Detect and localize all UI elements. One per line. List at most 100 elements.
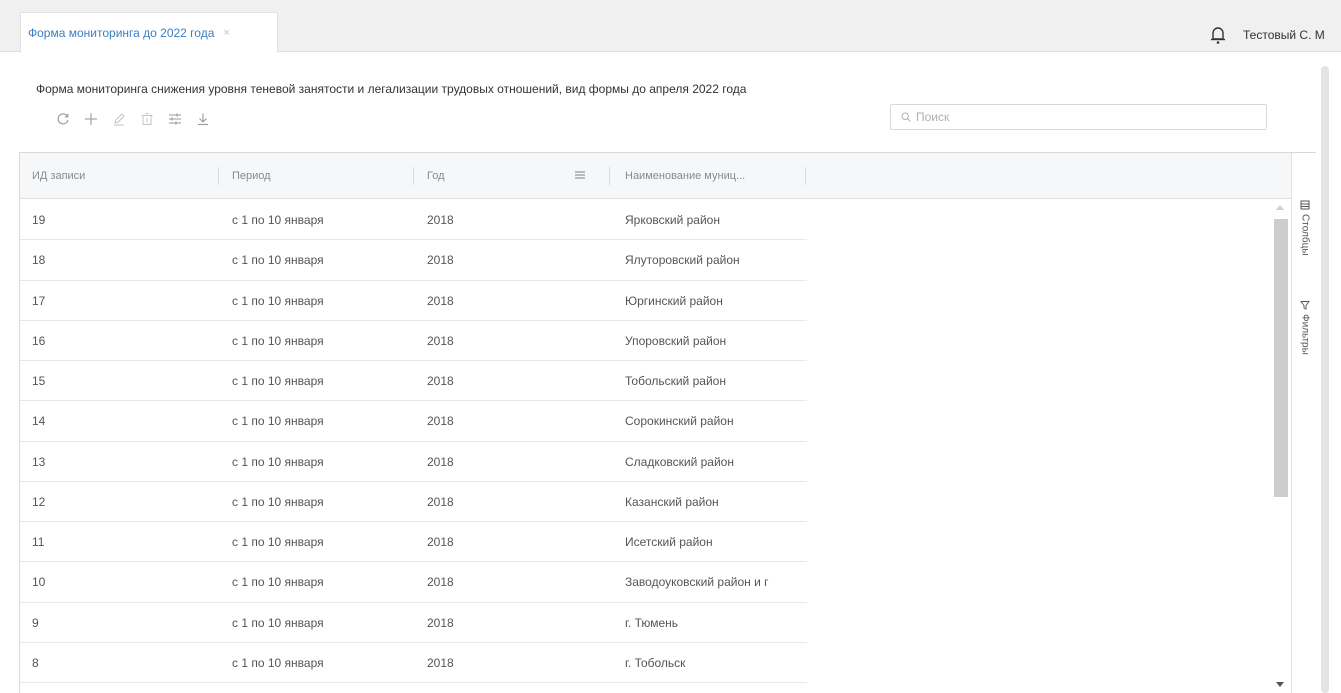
columns-icon	[1300, 200, 1310, 210]
scroll-thumb[interactable]	[1274, 219, 1288, 497]
cell-municipality: Упоровский район	[625, 333, 727, 348]
grid-header: ИД записи Период Год Наименование муниц.…	[20, 153, 1291, 199]
cell-period: с 1 по 10 января	[232, 615, 324, 630]
table-row[interactable]: 19 с 1 по 10 января 2018 Ярковский район	[20, 200, 807, 241]
cell-year: 2018	[427, 333, 454, 348]
cell-period: с 1 по 10 января	[232, 494, 324, 509]
cell-period: с 1 по 10 января	[232, 253, 324, 268]
table-row[interactable]: 11 с 1 по 10 января 2018 Исетский район	[20, 522, 807, 563]
page-vertical-scrollbar[interactable]	[1321, 66, 1329, 693]
cell-municipality: Юргинский район	[625, 293, 723, 308]
download-button[interactable]	[192, 108, 214, 130]
grid-body: 19 с 1 по 10 января 2018 Ярковский район…	[20, 200, 807, 683]
refresh-button[interactable]	[52, 108, 74, 130]
cell-id: 11	[32, 535, 45, 549]
cell-year: 2018	[427, 575, 454, 590]
tab-label: Форма мониторинга до 2022 года	[28, 26, 215, 40]
table-row[interactable]: 8 с 1 по 10 января 2018 г. Тобольск	[20, 643, 807, 683]
side-tool-panel: Столбцы Фильтры	[1291, 153, 1316, 693]
table-row[interactable]: 14 с 1 по 10 января 2018 Сорокинский рай…	[20, 401, 807, 442]
user-name[interactable]: Тестовый С. М	[1243, 28, 1325, 42]
refresh-icon	[57, 113, 69, 125]
cell-municipality: Исетский район	[625, 535, 713, 549]
table-row[interactable]: 17 с 1 по 10 января 2018 Юргинский район	[20, 281, 807, 321]
table-row[interactable]: 18 с 1 по 10 января 2018 Ялуторовский ра…	[20, 240, 807, 281]
scroll-down-icon[interactable]	[1276, 682, 1284, 687]
settings-button[interactable]	[164, 108, 186, 130]
cell-id: 14	[32, 414, 46, 429]
cell-municipality: Тобольский район	[625, 374, 726, 388]
cell-id: 9	[32, 615, 39, 630]
cell-year: 2018	[427, 213, 454, 227]
column-separator[interactable]	[218, 167, 219, 185]
grid-vertical-scrollbar[interactable]	[1272, 200, 1290, 692]
cell-id: 18	[32, 253, 46, 268]
filters-panel-label: Фильтры	[1299, 314, 1311, 355]
cell-year: 2018	[427, 293, 454, 308]
search-input[interactable]	[916, 110, 1246, 124]
data-grid: ИД записи Период Год Наименование муниц.…	[19, 152, 1316, 693]
cell-id: 17	[32, 293, 46, 308]
table-row[interactable]: 10 с 1 по 10 января 2018 Заводоуковский …	[20, 562, 807, 603]
cell-period: с 1 по 10 января	[232, 575, 324, 590]
column-separator[interactable]	[609, 167, 610, 185]
pencil-icon	[114, 113, 125, 126]
cell-id: 15	[32, 374, 46, 388]
search-icon	[901, 112, 911, 122]
column-separator[interactable]	[413, 167, 414, 185]
column-separator[interactable]	[805, 167, 806, 185]
columns-panel-label: Столбцы	[1299, 214, 1311, 256]
cell-id: 13	[32, 454, 46, 469]
cell-period: с 1 по 10 января	[232, 454, 324, 469]
cell-period: с 1 по 10 января	[232, 293, 324, 308]
cell-id: 19	[32, 213, 46, 227]
tab-close-icon[interactable]: ×	[223, 27, 229, 39]
column-header-municipality[interactable]: Наименование муниц...	[625, 153, 795, 199]
cell-year: 2018	[427, 253, 454, 268]
column-menu-icon[interactable]	[573, 168, 587, 182]
cell-period: с 1 по 10 января	[232, 535, 324, 549]
table-row[interactable]: 13 с 1 по 10 января 2018 Сладковский рай…	[20, 442, 807, 482]
toolbar	[52, 108, 220, 130]
cell-period: с 1 по 10 января	[232, 655, 324, 670]
table-row[interactable]: 12 с 1 по 10 января 2018 Казанский район	[20, 482, 807, 522]
sliders-icon	[169, 113, 181, 125]
cell-year: 2018	[427, 414, 454, 429]
cell-municipality: Ярковский район	[625, 213, 720, 227]
columns-panel-button[interactable]: Столбцы	[1296, 200, 1314, 256]
cell-year: 2018	[427, 454, 454, 469]
cell-municipality: г. Тюмень	[625, 615, 679, 630]
filter-icon	[1300, 301, 1310, 310]
cell-id: 10	[32, 575, 46, 590]
tab-monitoring-form[interactable]: Форма мониторинга до 2022 года ×	[20, 12, 278, 53]
table-row[interactable]: 15 с 1 по 10 января 2018 Тобольский райо…	[20, 361, 807, 402]
column-header-year[interactable]: Год	[427, 153, 557, 199]
cell-municipality: г. Тобольск	[625, 655, 686, 670]
cell-municipality: Казанский район	[625, 494, 719, 509]
filters-panel-button[interactable]: Фильтры	[1296, 300, 1314, 355]
page-title: Форма мониторинга снижения уровня тенево…	[36, 82, 747, 96]
cell-municipality: Сорокинский район	[625, 414, 734, 429]
search-box[interactable]	[890, 104, 1267, 130]
edit-button[interactable]	[108, 108, 130, 130]
cell-municipality: Ялуторовский район	[625, 253, 740, 268]
table-row[interactable]: 16 с 1 по 10 января 2018 Упоровский райо…	[20, 321, 807, 361]
cell-id: 8	[32, 655, 39, 670]
column-header-period[interactable]: Период	[232, 153, 402, 199]
column-header-id[interactable]: ИД записи	[32, 153, 212, 199]
cell-year: 2018	[427, 494, 454, 509]
cell-year: 2018	[427, 615, 454, 630]
cell-period: с 1 по 10 января	[232, 333, 324, 348]
cell-municipality: Заводоуковский район и г	[625, 575, 769, 590]
table-row[interactable]: 9 с 1 по 10 января 2018 г. Тюмень	[20, 603, 807, 643]
cell-year: 2018	[427, 535, 454, 549]
delete-button[interactable]	[136, 108, 158, 130]
cell-period: с 1 по 10 января	[232, 414, 324, 429]
add-button[interactable]	[80, 108, 102, 130]
cell-id: 12	[32, 494, 46, 509]
cell-period: с 1 по 10 января	[232, 213, 324, 227]
bell-icon[interactable]	[1208, 24, 1228, 46]
cell-year: 2018	[427, 374, 454, 388]
download-icon	[198, 113, 208, 126]
scroll-up-icon[interactable]	[1276, 205, 1284, 210]
